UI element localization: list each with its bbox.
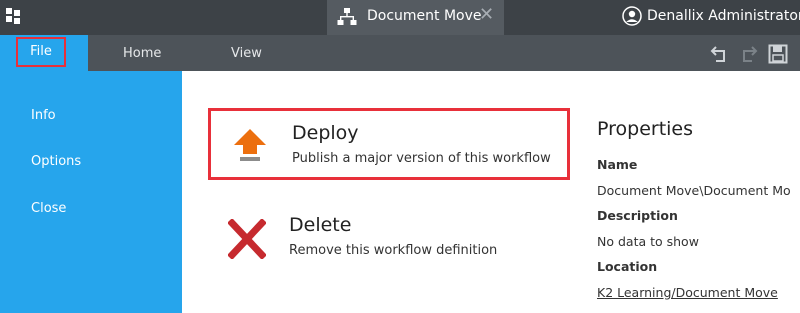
- workflow-hierarchy-icon: [337, 8, 357, 25]
- deploy-action[interactable]: Deploy Publish a major version of this w…: [208, 108, 570, 180]
- title-bar: Document Move ✕ Denallix Administrator: [0, 0, 800, 35]
- properties-heading: Properties: [597, 118, 694, 140]
- menu-bar: File Home View: [0, 35, 800, 71]
- document-tab-title: Document Move: [367, 8, 482, 24]
- deploy-title: Deploy: [292, 122, 359, 144]
- location-link[interactable]: K2 Learning/Document Move: [597, 285, 778, 300]
- app-grid-icon[interactable]: [6, 8, 22, 24]
- location-label: Location: [597, 259, 658, 274]
- sidebar-item-info[interactable]: Info: [31, 108, 56, 123]
- view-menu-tab[interactable]: View: [231, 46, 262, 61]
- document-tab[interactable]: Document Move ✕: [327, 0, 504, 35]
- delete-action[interactable]: Delete Remove this workflow definition: [208, 203, 570, 275]
- quick-toolbar: [710, 44, 790, 64]
- undo-icon[interactable]: [710, 44, 730, 64]
- user-name: Denallix Administrator: [647, 8, 800, 24]
- save-icon[interactable]: [768, 44, 788, 64]
- close-icon[interactable]: ✕: [479, 6, 494, 24]
- user-avatar-icon: [622, 6, 642, 26]
- description-value: No data to show: [597, 234, 699, 249]
- delete-x-icon: [228, 219, 266, 259]
- sidebar-item-options[interactable]: Options: [31, 154, 81, 169]
- name-label: Name: [597, 157, 638, 172]
- delete-description: Remove this workflow definition: [289, 243, 498, 258]
- deploy-upload-icon: [234, 129, 266, 161]
- sidebar-item-close[interactable]: Close: [31, 201, 66, 216]
- redo-icon[interactable]: [738, 44, 758, 64]
- sidebar: Info Options Close: [0, 71, 182, 313]
- home-menu-tab[interactable]: Home: [123, 46, 161, 61]
- delete-title: Delete: [289, 214, 352, 236]
- name-value: Document Move\Document Mo: [597, 183, 791, 198]
- file-menu-tab[interactable]: File: [0, 35, 88, 71]
- deploy-description: Publish a major version of this workflow: [292, 151, 551, 166]
- file-menu-label: File: [30, 44, 52, 59]
- description-label: Description: [597, 208, 678, 223]
